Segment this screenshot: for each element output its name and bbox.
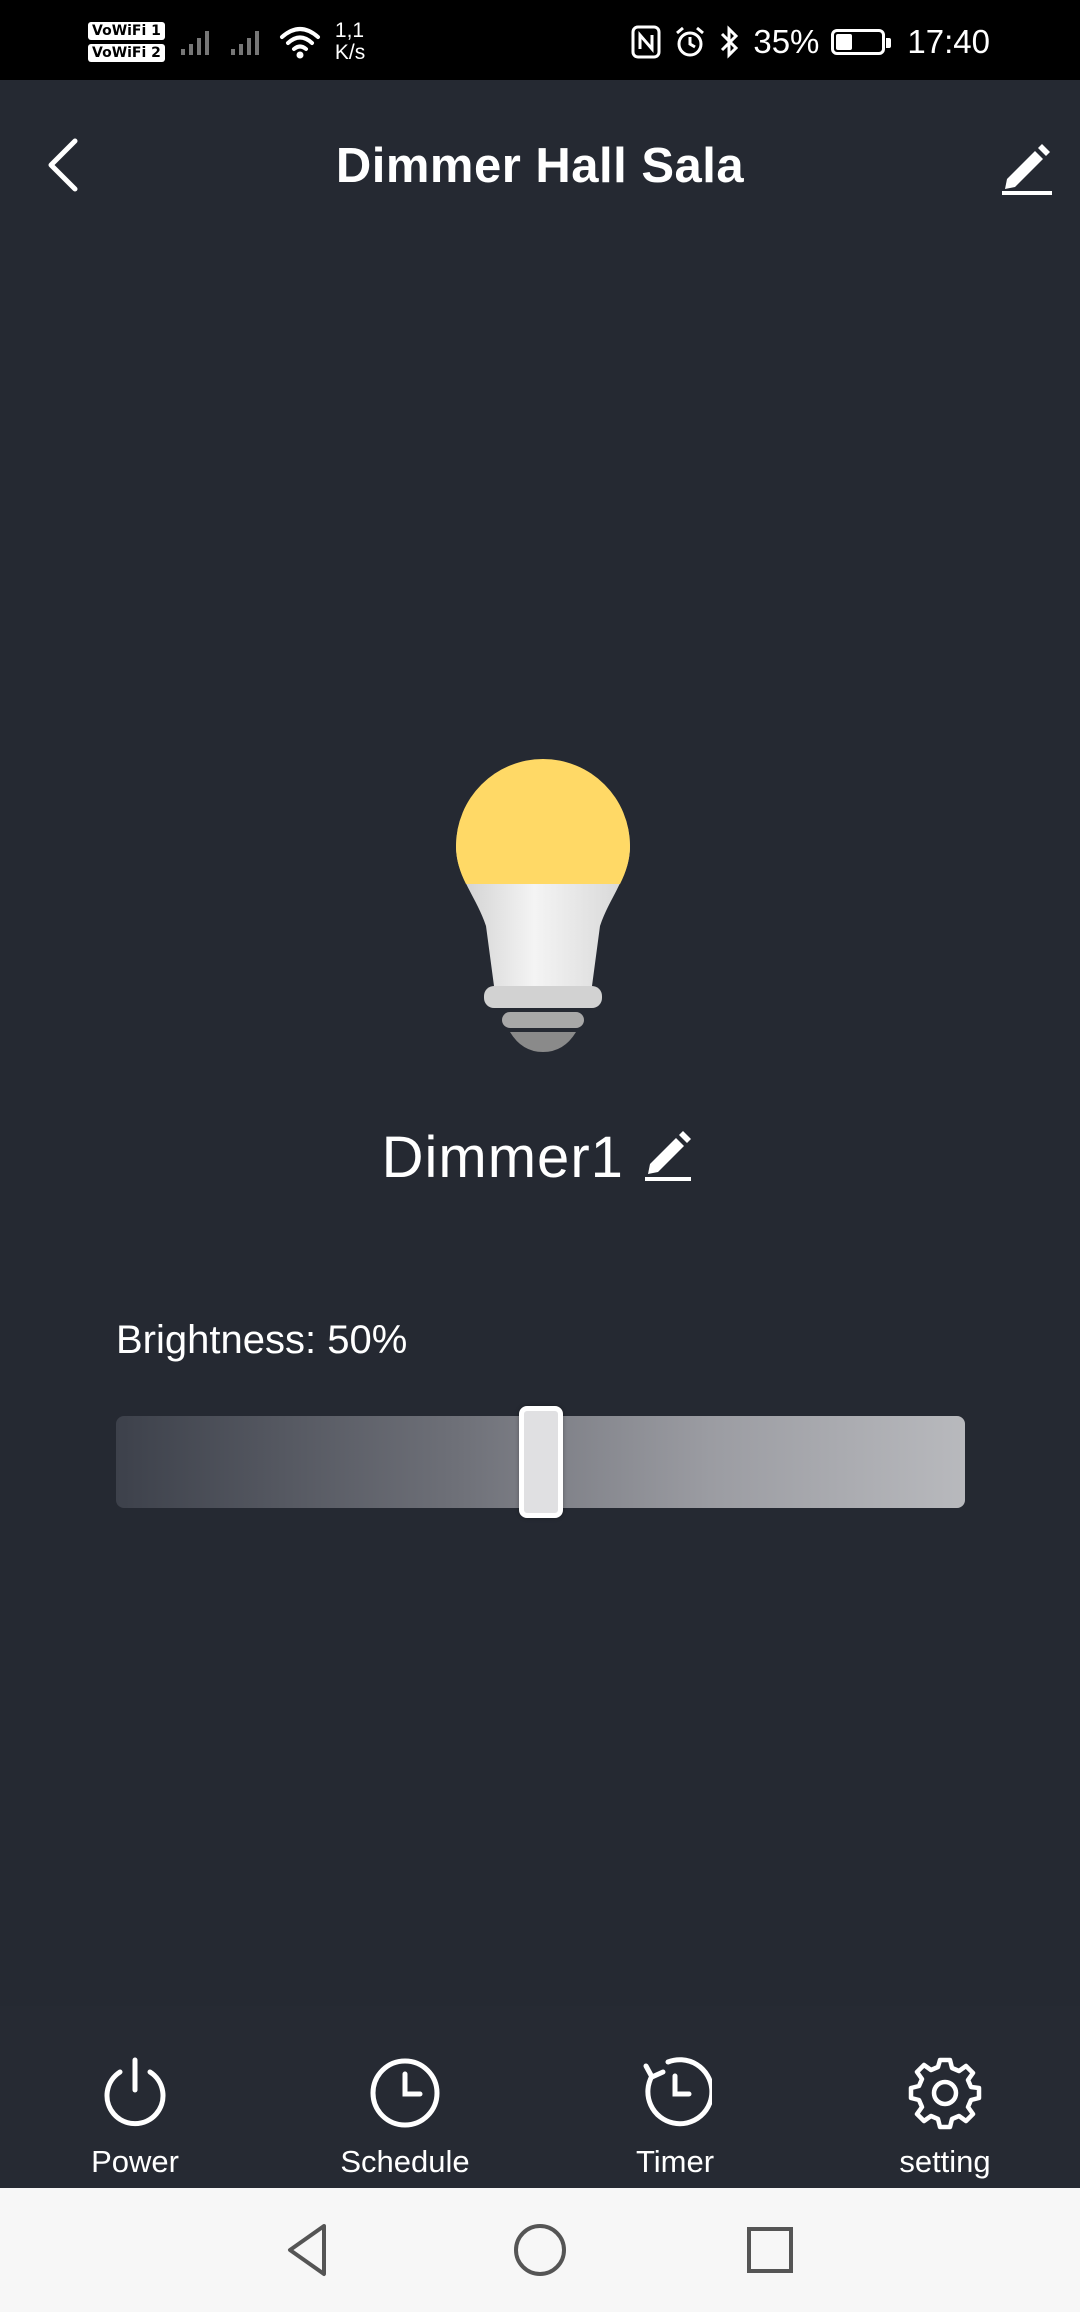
wifi-icon xyxy=(279,27,320,59)
header: Dimmer Hall Sala xyxy=(0,80,1080,250)
circle-home-icon[interactable] xyxy=(510,2220,570,2280)
vowifi-2-badge: VoWiFi 2 xyxy=(88,44,165,62)
tab-timer-label: Timer xyxy=(635,2144,715,2179)
brightness-label: Brightness: 50% xyxy=(116,1318,408,1362)
gear-icon xyxy=(908,2057,982,2130)
tab-setting[interactable]: setting xyxy=(845,2056,1045,2180)
net-speed-value: 1,1 xyxy=(334,19,365,42)
net-speed: 1,1 K/s xyxy=(335,20,365,64)
battery-percent: 35% xyxy=(753,23,820,60)
clock-icon xyxy=(370,2058,440,2128)
triangle-back-icon[interactable] xyxy=(280,2220,340,2280)
device-name: Dimmer1 xyxy=(381,1125,624,1190)
signal-1-icon xyxy=(180,31,209,55)
tab-schedule-label: Schedule xyxy=(340,2144,470,2179)
tab-power[interactable]: Power xyxy=(35,2056,235,2180)
pencil-icon xyxy=(1002,144,1052,195)
brightness-slider-thumb[interactable] xyxy=(518,1406,563,1518)
status-bar: VoWiFi 1 VoWiFi 2 1,1 K/s 35% 17:40 xyxy=(0,0,1080,80)
tab-setting-label: setting xyxy=(899,2144,991,2179)
square-recents-icon[interactable] xyxy=(740,2220,800,2280)
alarm-icon xyxy=(676,26,705,57)
system-navigation-bar xyxy=(0,2188,1080,2312)
nfc-icon xyxy=(631,25,661,59)
page-title: Dimmer Hall Sala xyxy=(335,139,745,193)
vowifi-indicators: VoWiFi 1 VoWiFi 2 xyxy=(88,22,165,62)
edit-button[interactable] xyxy=(992,132,1062,202)
status-bar-right: 35% 17:40 xyxy=(631,12,990,72)
clock-time: 17:40 xyxy=(907,23,990,60)
bluetooth-icon xyxy=(721,25,739,59)
status-bar-left: VoWiFi 1 VoWiFi 2 1,1 K/s xyxy=(88,12,365,72)
rename-pencil-icon[interactable] xyxy=(642,1126,698,1182)
tab-power-label: Power xyxy=(91,2144,179,2179)
tab-timer[interactable]: Timer xyxy=(575,2056,775,2180)
tab-schedule[interactable]: Schedule xyxy=(305,2056,505,2180)
timer-icon xyxy=(643,2057,712,2127)
bottom-action-bar: Power Schedule Timer setting xyxy=(0,2006,1080,2188)
light-bulb-icon xyxy=(456,759,630,1052)
net-speed-unit: K/s xyxy=(334,41,366,64)
signal-2-icon xyxy=(230,31,259,55)
battery-icon xyxy=(831,29,892,55)
device-name-row: Dimmer1 xyxy=(0,1124,1080,1191)
power-icon xyxy=(104,2057,166,2127)
battery-fill xyxy=(836,34,852,50)
vowifi-1-badge: VoWiFi 1 xyxy=(88,22,165,40)
